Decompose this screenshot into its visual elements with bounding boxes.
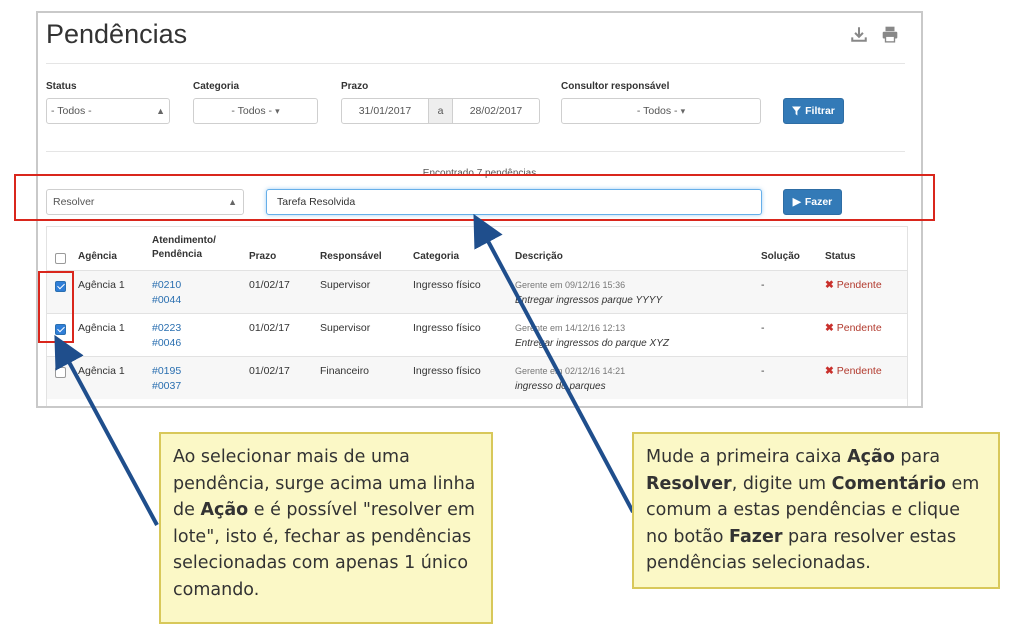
prazo-to-input[interactable]: 28/02/2017 [452,98,540,124]
row-prazo: 01/02/17 [249,322,290,334]
description-meta: Gerente em 02/12/16 14:21 [515,366,626,376]
x-mark-icon: ✖ [825,279,834,291]
callout-left: Ao selecionar mais de uma pendência, sur… [159,432,493,624]
status-text: Pendente [836,279,882,291]
row-categoria: Ingresso físico [413,365,481,377]
row-categoria: Ingresso físico [413,322,481,334]
status-filter-label: Status [46,81,77,92]
row-descricao: Gerente em 02/12/16 14:21 ingresso do pa… [515,364,625,394]
status-badge: ✖ Pendente [825,364,882,379]
status-filter-value: - Todos - [51,105,92,117]
funnel-icon [792,106,802,116]
caret-down-icon: ▾ [680,105,686,116]
pendencia-link[interactable]: #0044 [152,293,181,308]
col-header-prazo: Prazo [249,251,277,262]
row-prazo: 01/02/17 [249,365,290,377]
table-row[interactable]: Agência 1 #0195 #0037 01/02/17 Financeir… [47,356,907,399]
prazo-from-input[interactable]: 31/01/2017 [341,98,429,124]
row-atendimento: #0223 #0046 [152,321,181,351]
page-title: Pendências [46,19,188,49]
atendimento-link[interactable]: #0210 [152,278,181,293]
row-responsavel: Supervisor [320,279,371,291]
row-agencia: Agência 1 [78,365,125,377]
consultor-filter-value: - Todos - [636,105,678,117]
categoria-filter-dropdown[interactable]: - Todos - ▾ [193,98,318,124]
atendimento-link[interactable]: #0195 [152,364,181,379]
col-header-descricao: Descrição [515,251,563,262]
callout-right-bold-3: Comentário [831,473,946,494]
col-header-responsavel: Responsável [320,251,382,262]
col-header-categoria: Categoria [413,251,460,262]
row-prazo: 01/02/17 [249,279,290,291]
status-badge: ✖ Pendente [825,321,882,336]
callout-right-bold-1: Ação [847,447,895,467]
callout-right-text-1: Mude a primeira caixa [646,447,848,467]
row-atendimento: #0210 #0044 [152,278,181,308]
print-icon[interactable] [881,25,899,43]
pendencia-link[interactable]: #0037 [152,379,181,394]
row-descricao: Gerente em 14/12/16 12:13 Entregar ingre… [515,321,669,351]
categoria-filter-value: - Todos - [231,105,273,117]
action-row-highlight [14,174,935,221]
categoria-filter-label: Categoria [193,81,240,92]
row-atendimento: #0195 #0037 [152,364,181,394]
prazo-filter-label: Prazo [341,81,369,92]
col-header-solucao: Solução [761,251,800,262]
description-text: Entregar ingressos do parque XYZ [515,338,669,349]
divider [46,63,905,64]
pendencias-table: Agência Atendimento/ Pendência Prazo Res… [46,226,908,406]
x-mark-icon: ✖ [825,322,834,334]
row-descricao: Gerente em 09/12/16 15:36 Entregar ingre… [515,278,662,308]
col-header-atendimento-line2: Pendência [152,249,203,260]
row-solucao: - [761,365,765,377]
callout-left-bold-1: Ação [200,500,249,520]
consultor-filter-label: Consultor responsável [561,81,670,92]
row-solucao: - [761,279,765,291]
col-header-agencia: Agência [78,251,117,262]
callout-right-bold-4: Fazer [729,526,783,547]
caret-down-icon: ▾ [275,105,280,116]
description-meta: Gerente em 09/12/16 15:36 [515,280,626,290]
status-text: Pendente [836,322,882,334]
status-filter-select[interactable]: - Todos - ▲︎ [46,98,170,124]
select-arrows-icon: ▲︎ [156,106,165,116]
col-header-atendimento: Atendimento/ Pendência [152,234,216,262]
row-responsavel: Financeiro [320,365,370,377]
row-solucao: - [761,322,765,334]
pendencia-link[interactable]: #0046 [152,336,181,351]
x-mark-icon: ✖ [825,365,834,377]
row-agencia: Agência 1 [78,279,125,291]
prazo-from-value: 31/01/2017 [358,105,412,117]
callout-right-text-2: para [894,447,941,467]
prazo-to-value: 28/02/2017 [469,105,523,117]
prazo-separator: a [428,98,453,124]
row-categoria: Ingresso físico [413,279,481,291]
download-icon[interactable] [850,25,868,43]
col-header-atendimento-line1: Atendimento/ [152,235,216,246]
select-all-checkbox[interactable] [55,253,66,264]
divider [46,151,905,152]
callout-right-text-3: , digite um [731,473,832,494]
table-row[interactable]: Agência 1 #0210 #0044 01/02/17 Superviso… [47,270,907,313]
filter-button-label: Filtrar [805,105,835,117]
row-responsavel: Supervisor [320,322,371,334]
description-text: ingresso do parques [515,381,606,392]
consultor-filter-dropdown[interactable]: - Todos - ▾ [561,98,761,124]
row-checkbox[interactable] [55,367,66,378]
row-agencia: Agência 1 [78,322,125,334]
status-text: Pendente [836,365,882,377]
description-meta: Gerente em 14/12/16 12:13 [515,323,626,333]
checkbox-highlight [38,271,74,343]
callout-right-bold-2: Resolver [646,473,732,494]
filter-button[interactable]: Filtrar [783,98,844,124]
description-text: Entregar ingressos parque YYYY [515,295,663,306]
status-badge: ✖ Pendente [825,278,882,293]
atendimento-link[interactable]: #0223 [152,321,181,336]
col-header-status: Status [825,251,856,262]
callout-right: Mude a primeira caixa Ação para Resolver… [632,432,1000,589]
table-row[interactable]: Agência 1 #0223 #0046 01/02/17 Superviso… [47,313,907,356]
